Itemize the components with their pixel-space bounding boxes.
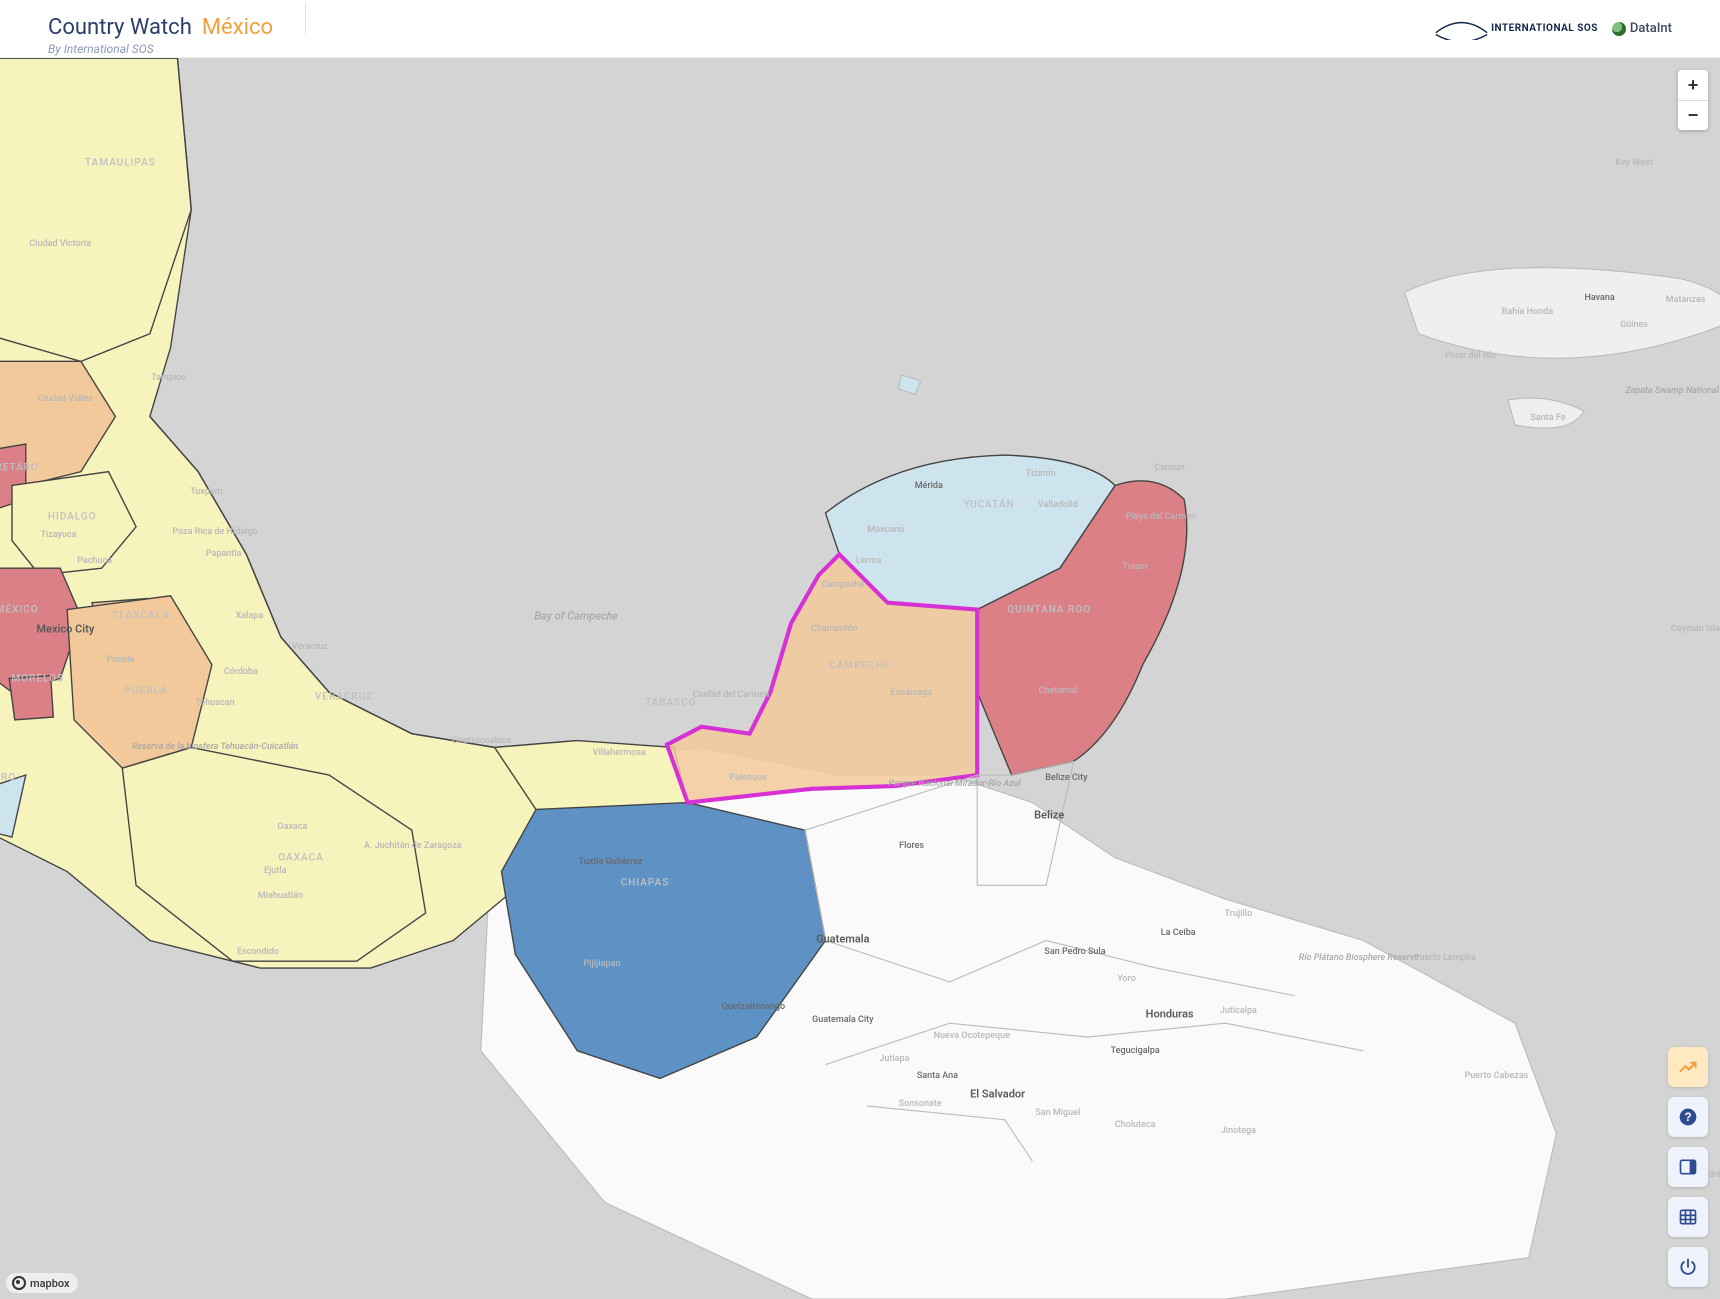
trends-button[interactable] [1668,1047,1708,1087]
sidebar-icon [1678,1157,1698,1177]
zoom-out-button[interactable]: − [1678,100,1708,130]
table-icon [1678,1207,1698,1227]
header: Country Watch México By International SO… [0,0,1720,58]
data-table-button[interactable] [1668,1197,1708,1237]
app-title: Country Watch [48,15,192,40]
zoom-in-button[interactable]: + [1678,70,1708,100]
trend-up-icon [1678,1057,1698,1077]
svg-text:?: ? [1684,1111,1691,1124]
country-name: México [202,15,273,40]
logo-international-sos: INTERNATIONAL SOS [1434,18,1598,40]
panel-toggle-button[interactable] [1668,1147,1708,1187]
byline: By International SOS [48,42,273,56]
zoom-control: + − [1678,70,1708,130]
question-circle-icon: ? [1678,1107,1698,1127]
power-icon [1678,1257,1698,1277]
logo-dataint: DataInt [1612,21,1672,36]
power-button[interactable] [1668,1247,1708,1287]
side-actions: ? [1668,1047,1708,1287]
map-svg[interactable] [0,58,1720,1299]
help-button[interactable]: ? [1668,1097,1708,1137]
map-canvas[interactable]: Bay of Campeche TAMAULIPASHIDALGORETAROM… [0,58,1720,1299]
globe-icon [1612,22,1626,36]
mapbox-attribution[interactable]: mapbox [6,1273,78,1293]
mapbox-icon [12,1276,26,1290]
divider [305,2,306,34]
